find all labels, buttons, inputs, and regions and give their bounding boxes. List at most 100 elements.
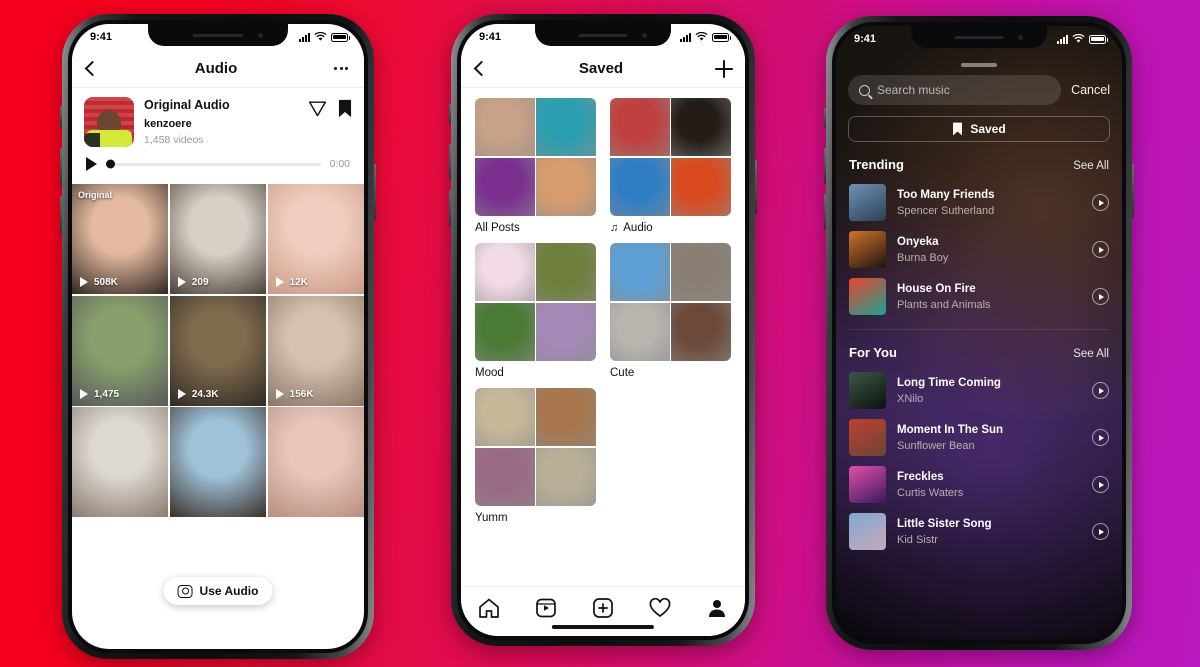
track-meta: Long Time Coming XNilo bbox=[897, 376, 1081, 405]
collection-label: All Posts bbox=[475, 222, 596, 234]
collection-item[interactable]: ♫ Audio bbox=[610, 98, 731, 234]
track-row[interactable]: Long Time Coming XNilo bbox=[836, 367, 1122, 414]
phone3-frame: 9:41 Search music Cancel Saved Trending … bbox=[826, 16, 1132, 650]
album-art bbox=[849, 231, 886, 268]
collection-tile bbox=[671, 157, 731, 216]
audio-video-grid: Original 508K 209 12K 1,475 24.3K 156K bbox=[72, 184, 364, 517]
audio-username[interactable]: kenzoere bbox=[144, 118, 298, 130]
send-icon[interactable] bbox=[308, 99, 327, 118]
video-tile[interactable] bbox=[267, 407, 364, 517]
phone2-screen: 9:41 Saved All Posts ♫ Audio Mood Cute Y… bbox=[461, 24, 745, 636]
collection-item[interactable]: Cute bbox=[610, 243, 731, 379]
collection-name: Cute bbox=[610, 367, 635, 379]
play-circle-icon[interactable] bbox=[1092, 194, 1109, 211]
play-count: 209 bbox=[177, 277, 209, 288]
video-tile[interactable]: Original 508K bbox=[72, 184, 169, 294]
bookmark-icon[interactable] bbox=[338, 99, 352, 118]
bookmark-icon bbox=[953, 122, 963, 136]
collection-item[interactable]: Yumm bbox=[475, 388, 596, 524]
play-count-icon bbox=[177, 388, 188, 400]
collection-tile bbox=[536, 157, 596, 216]
video-tile[interactable]: 209 bbox=[169, 184, 267, 294]
collection-name: All Posts bbox=[475, 222, 520, 234]
tab-profile[interactable] bbox=[705, 596, 729, 620]
track-title: Freckles bbox=[897, 471, 944, 484]
collection-tile bbox=[536, 388, 596, 447]
video-tile[interactable]: 156K bbox=[267, 295, 364, 406]
album-art bbox=[849, 466, 886, 503]
video-thumbnail bbox=[267, 407, 364, 517]
see-all-link[interactable]: See All bbox=[1073, 348, 1109, 360]
phone3-notch bbox=[911, 26, 1047, 48]
battery-icon bbox=[1089, 34, 1108, 44]
audio-actions bbox=[308, 97, 352, 118]
collection-thumbnail bbox=[475, 388, 596, 506]
video-tile[interactable]: 12K bbox=[267, 184, 364, 294]
tab-reels[interactable] bbox=[534, 596, 558, 620]
track-artist: Curtis Waters bbox=[897, 486, 964, 499]
collection-name: Mood bbox=[475, 367, 504, 379]
sheet-drag-handle[interactable] bbox=[961, 63, 997, 67]
music-sections: Trending See All Too Many Friends Spencer S… bbox=[836, 142, 1122, 555]
play-circle-icon[interactable] bbox=[1092, 429, 1109, 446]
slider-knob[interactable] bbox=[106, 159, 115, 169]
track-row[interactable]: Onyeka Burna Boy bbox=[836, 226, 1122, 273]
collection-tile bbox=[610, 98, 670, 157]
play-circle-icon[interactable] bbox=[1092, 288, 1109, 305]
see-all-link[interactable]: See All bbox=[1073, 160, 1109, 172]
play-count-value: 508K bbox=[94, 277, 118, 288]
play-count-icon bbox=[79, 388, 90, 400]
album-art bbox=[849, 184, 886, 221]
saved-filter-label: Saved bbox=[970, 122, 1006, 136]
collection-tile bbox=[475, 157, 535, 216]
earpiece-speaker bbox=[192, 33, 244, 37]
track-title: Little Sister Song bbox=[897, 518, 992, 531]
section-title: Trending bbox=[849, 157, 904, 172]
track-row[interactable]: Little Sister Song Kid Sistr bbox=[836, 508, 1122, 555]
collections-grid: All Posts ♫ Audio Mood Cute Yumm bbox=[461, 88, 745, 524]
track-row[interactable]: Moment In The Sun Sunflower Bean bbox=[836, 414, 1122, 461]
video-tile[interactable] bbox=[72, 407, 169, 517]
play-count-icon bbox=[275, 388, 286, 400]
play-circle-icon[interactable] bbox=[1092, 241, 1109, 258]
collection-item[interactable]: Mood bbox=[475, 243, 596, 379]
track-artist: Spencer Sutherland bbox=[897, 204, 995, 217]
collection-tile bbox=[610, 302, 670, 361]
original-badge: Original bbox=[78, 190, 113, 200]
collection-tile bbox=[671, 243, 731, 302]
collection-thumbnail bbox=[475, 98, 596, 216]
play-icon[interactable] bbox=[86, 157, 97, 171]
track-row[interactable]: Too Many Friends Spencer Sutherland bbox=[836, 179, 1122, 226]
cancel-button[interactable]: Cancel bbox=[1071, 83, 1110, 97]
track-row[interactable]: House On Fire Plants and Animals bbox=[836, 273, 1122, 320]
phone2-frame: 9:41 Saved All Posts ♫ Audio Mood Cute Y… bbox=[451, 14, 755, 646]
video-tile[interactable] bbox=[169, 407, 267, 517]
video-tile[interactable]: 24.3K bbox=[169, 295, 267, 406]
tab-create[interactable] bbox=[591, 596, 615, 620]
track-artist: Burna Boy bbox=[897, 251, 949, 264]
track-row[interactable]: Freckles Curtis Waters bbox=[836, 461, 1122, 508]
home-indicator bbox=[551, 625, 655, 629]
add-collection-icon[interactable] bbox=[715, 59, 733, 78]
tab-activity[interactable] bbox=[648, 596, 672, 620]
saved-navbar: Saved bbox=[461, 50, 745, 88]
section-header: Trending See All bbox=[836, 142, 1122, 179]
audio-cover-art[interactable] bbox=[84, 97, 134, 147]
saved-filter-button[interactable]: Saved bbox=[848, 116, 1110, 142]
progress-slider[interactable] bbox=[106, 159, 321, 169]
use-audio-button[interactable]: Use Audio bbox=[163, 577, 273, 605]
album-art bbox=[849, 513, 886, 550]
tab-home[interactable] bbox=[477, 596, 501, 620]
promo-background: 9:41 Audio Original Audio kenzoere 1,458… bbox=[0, 0, 1200, 667]
play-circle-icon[interactable] bbox=[1092, 476, 1109, 493]
collection-item[interactable]: All Posts bbox=[475, 98, 596, 234]
status-indicators bbox=[1057, 34, 1108, 44]
phone3-screen: 9:41 Search music Cancel Saved Trending … bbox=[836, 26, 1122, 640]
play-circle-icon[interactable] bbox=[1092, 382, 1109, 399]
collection-tile bbox=[536, 98, 596, 157]
video-tile[interactable]: 1,475 bbox=[72, 295, 169, 406]
video-thumbnail bbox=[72, 407, 169, 517]
more-options-icon[interactable] bbox=[334, 67, 348, 70]
search-input[interactable]: Search music bbox=[848, 75, 1062, 105]
play-circle-icon[interactable] bbox=[1092, 523, 1109, 540]
